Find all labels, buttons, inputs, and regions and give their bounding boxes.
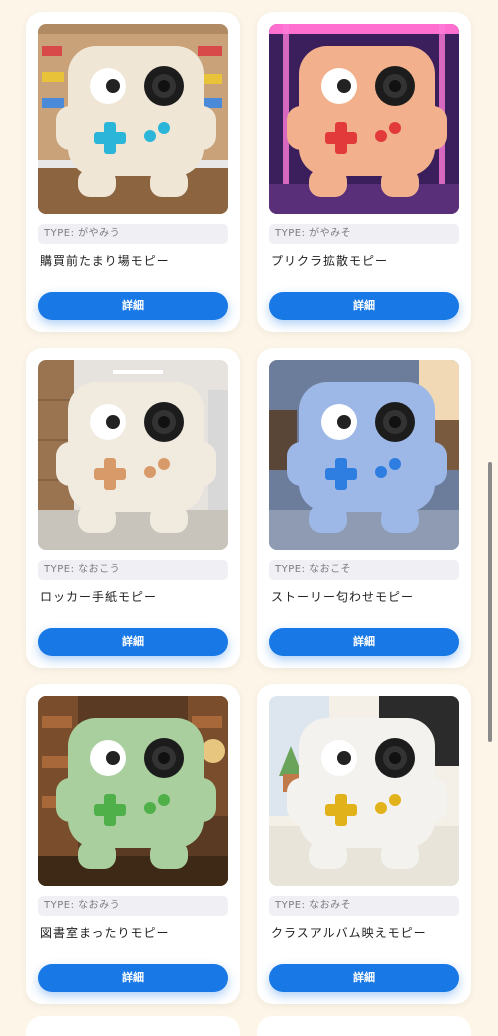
monster-card: TYPE: がやみう 購買前たまり場モピー 詳細 (26, 12, 240, 332)
monster-card: TYPE: なおこう ロッカー手紙モピー 詳細 (26, 348, 240, 668)
detail-button[interactable]: 詳細 (38, 628, 228, 656)
monster-image (38, 24, 228, 214)
monster-illustration (38, 24, 228, 214)
monster-image (38, 360, 228, 550)
monster-image (269, 360, 459, 550)
next-card-peek (257, 1016, 471, 1036)
type-badge: TYPE: がやみう (38, 224, 228, 244)
monster-card: TYPE: がやみそ プリクラ拡散モピー 詳細 (257, 12, 471, 332)
monster-illustration (269, 24, 459, 214)
monster-name: ストーリー匂わせモピー (271, 590, 415, 604)
type-badge: TYPE: なおこそ (269, 560, 459, 580)
monster-card: TYPE: なおみそ クラスアルバム映えモピー 詳細 (257, 684, 471, 1004)
monster-name: クラスアルバム映えモピー (271, 926, 427, 940)
monster-illustration (38, 696, 228, 886)
detail-button[interactable]: 詳細 (38, 292, 228, 320)
monster-illustration (38, 360, 228, 550)
monster-image (269, 24, 459, 214)
next-card-peek (26, 1016, 240, 1036)
detail-button[interactable]: 詳細 (269, 964, 459, 992)
monster-illustration (269, 360, 459, 550)
detail-button[interactable]: 詳細 (269, 628, 459, 656)
monster-name: ロッカー手紙モピー (40, 590, 158, 604)
type-badge: TYPE: なおこう (38, 560, 228, 580)
monster-name: プリクラ拡散モピー (271, 254, 389, 268)
monster-name: 図書室まったりモピー (40, 926, 170, 940)
monster-card-grid: TYPE: がやみう 購買前たまり場モピー 詳細 TYPE: がやみそ プリクラ… (0, 0, 498, 1024)
detail-button[interactable]: 詳細 (38, 964, 228, 992)
detail-button[interactable]: 詳細 (269, 292, 459, 320)
type-badge: TYPE: なおみう (38, 896, 228, 916)
type-badge: TYPE: がやみそ (269, 224, 459, 244)
monster-card: TYPE: なおみう 図書室まったりモピー 詳細 (26, 684, 240, 1004)
scrollbar[interactable] (488, 462, 492, 742)
monster-card: TYPE: なおこそ ストーリー匂わせモピー 詳細 (257, 348, 471, 668)
monster-illustration (269, 696, 459, 886)
type-badge: TYPE: なおみそ (269, 896, 459, 916)
monster-image (38, 696, 228, 886)
monster-image (269, 696, 459, 886)
monster-name: 購買前たまり場モピー (40, 254, 170, 268)
